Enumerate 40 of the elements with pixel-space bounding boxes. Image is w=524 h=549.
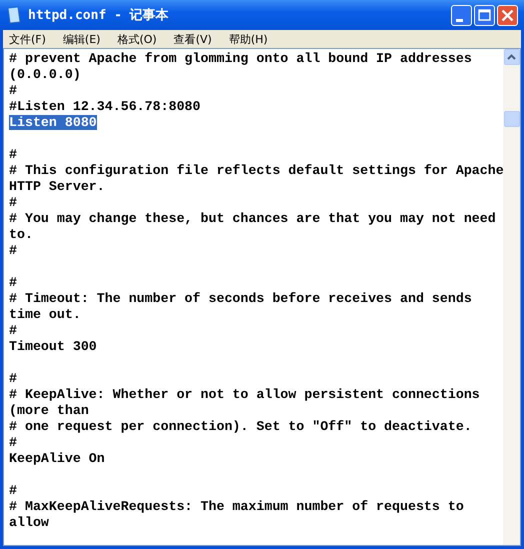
text-line: # [9,483,17,498]
text-line: # [9,243,17,258]
text-line: KeepAlive On [9,451,105,466]
text-line: # This configuration file reflects default settings for Apache [9,163,503,178]
notepad-icon [6,6,22,24]
text-line: # one request per connection). Set to "Off" to deactivate. [9,419,472,434]
text-line: allow [9,515,49,530]
maximize-button[interactable] [474,4,495,26]
text-line: HTTP Server. [9,179,105,194]
text-line: (more than [9,403,89,418]
text-line: Timeout 300 [9,339,97,354]
text-line: # [9,371,17,386]
menu-item[interactable]: 文件(F) [9,32,46,46]
menu-item[interactable]: 格式(O) [117,32,157,46]
text-line: # Timeout: The number of seconds before receives and sends [9,291,472,306]
text-line: time out. [9,307,81,322]
text-line: # [9,147,17,162]
text-line: # KeepAlive: Whether or not to allow persistent connections [9,387,480,402]
text-line: #Listen 12.34.56.78:8080 [9,99,201,114]
text-line: # [9,323,17,338]
text-line: # [9,435,17,450]
menu-item[interactable]: 编辑(E) [62,32,100,46]
text-line: # prevent Apache from glomming onto all bound IP addresses [9,51,472,66]
scroll-up-button[interactable] [504,49,520,65]
window-title: httpd.conf - 记事本 [28,7,169,24]
minimize-icon [456,18,463,22]
text-line: # [9,275,17,290]
text-line: to. [9,227,33,242]
menu-item[interactable]: 查看(V) [174,32,212,46]
scrollbar[interactable] [503,49,520,545]
close-button[interactable] [497,4,518,26]
text-line: (0.0.0.0) [9,67,81,82]
caret-icon [507,54,516,60]
text-line: # MaxKeepAliveRequests: The maximum number of requests to [9,499,464,514]
minimize-button[interactable] [451,4,472,26]
text-line: # [9,83,17,98]
menu-item[interactable]: 帮助(H) [228,32,268,46]
scroll-thumb[interactable] [504,111,520,127]
text-line: # [9,195,17,210]
text-line: # You may change these, but chances are that you may not need [9,211,496,226]
